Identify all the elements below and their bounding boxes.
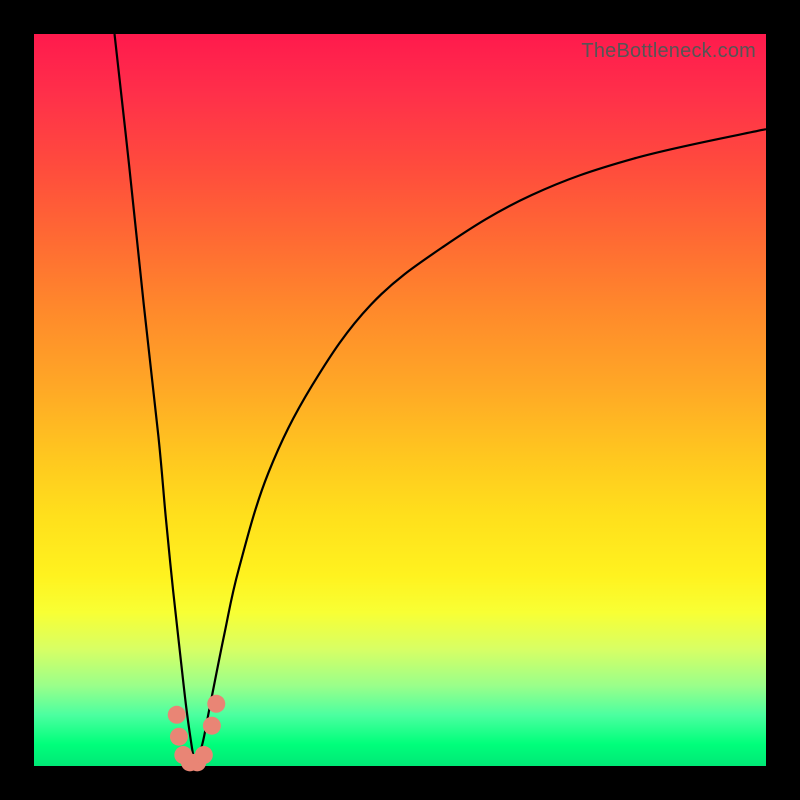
curve-right-branch bbox=[195, 129, 766, 766]
curve-left-branch bbox=[115, 34, 196, 766]
valley-marker bbox=[170, 728, 188, 746]
valley-markers bbox=[168, 695, 226, 772]
valley-marker bbox=[203, 717, 221, 735]
valley-marker bbox=[168, 706, 186, 724]
bottleneck-curve-chart bbox=[34, 34, 766, 766]
gradient-plot-area: TheBottleneck.com bbox=[34, 34, 766, 766]
valley-marker bbox=[195, 746, 213, 764]
valley-marker bbox=[207, 695, 225, 713]
